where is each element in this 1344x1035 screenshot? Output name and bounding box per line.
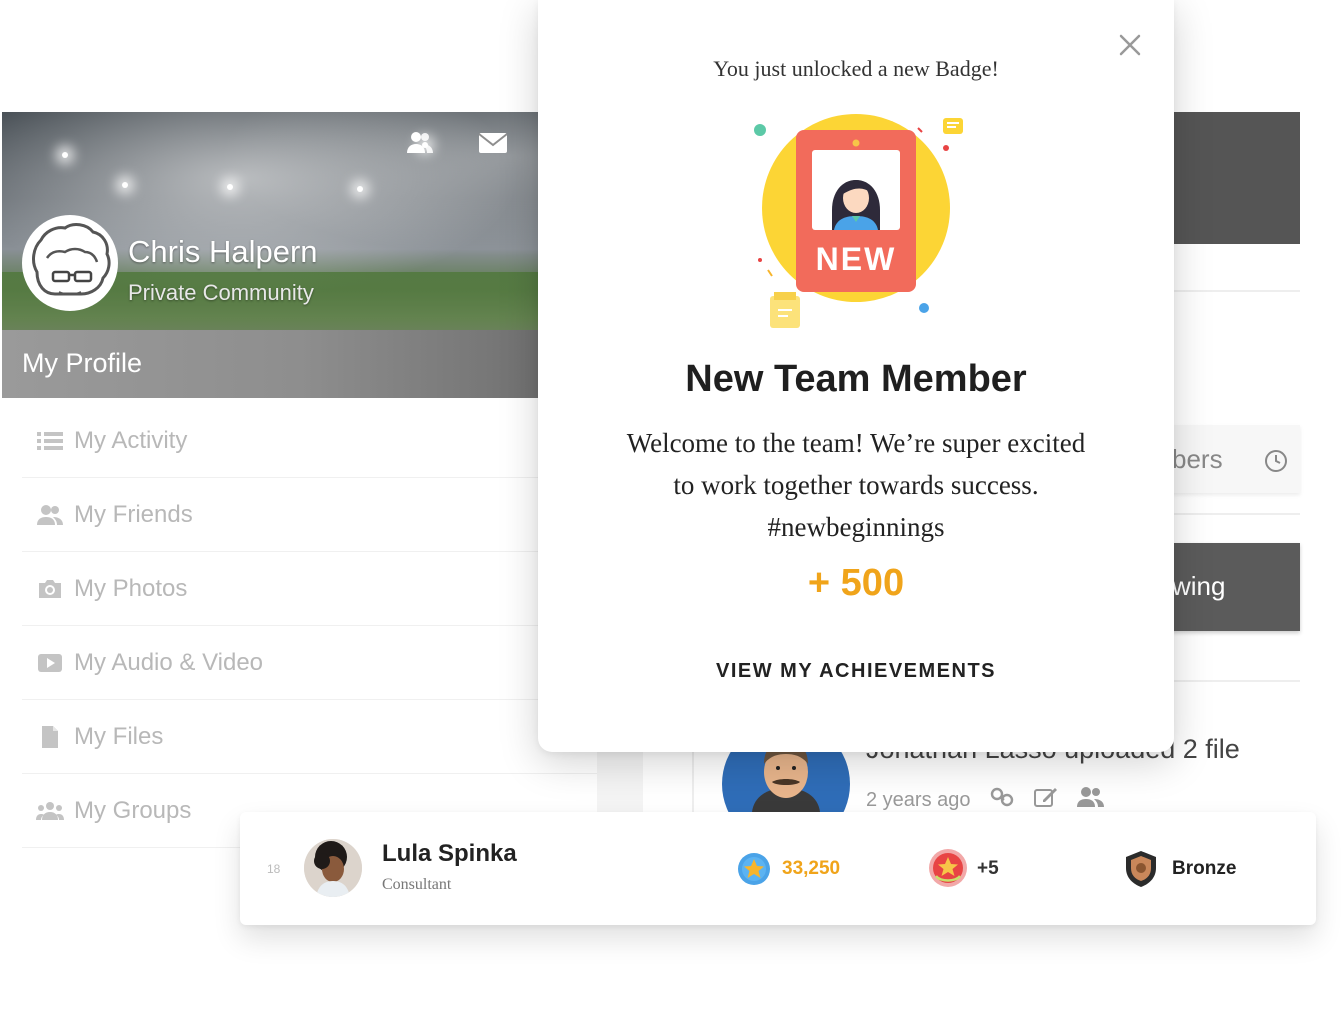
- profile-name[interactable]: Chris Halpern: [128, 234, 318, 270]
- profile-menu: My Activity My Friends My Photos My Audi…: [22, 404, 597, 848]
- menu-item-photos[interactable]: My Photos: [22, 552, 597, 626]
- friends-icon: [36, 503, 64, 527]
- video-icon: [36, 651, 64, 675]
- leaderboard-row[interactable]: 18 Lula Spinka Consultant 33,250 +5 Bron…: [240, 812, 1316, 925]
- activity-meta: 2 years ago: [866, 786, 1105, 814]
- link-icon[interactable]: [989, 786, 1015, 814]
- member-name[interactable]: Lula Spinka: [382, 840, 517, 868]
- groups-icon: [36, 799, 64, 823]
- stadium-light: [357, 186, 363, 192]
- section-title: My Profile: [22, 348, 143, 378]
- rank-label: Bronze: [1172, 858, 1237, 879]
- menu-item-label: My Friends: [74, 500, 193, 528]
- tab-members[interactable]: bers: [1160, 425, 1300, 493]
- avatar[interactable]: [304, 839, 362, 897]
- mail-icon[interactable]: [478, 130, 508, 156]
- shield-icon: [1124, 850, 1158, 888]
- stadium-light: [62, 152, 68, 158]
- profile-cover: Chris Halpern Private Community My Profi…: [2, 112, 597, 398]
- menu-item-label: My Files: [74, 722, 164, 750]
- profile-panel: Chris Halpern Private Community My Profi…: [2, 112, 597, 867]
- points-earned: + 500: [807, 562, 905, 604]
- following-button[interactable]: wing: [1160, 543, 1300, 631]
- clock-icon: [1264, 449, 1288, 478]
- divider: [1160, 290, 1300, 292]
- badge-title: New Team Member: [685, 358, 1027, 400]
- list-icon: [36, 429, 64, 453]
- friends-icon[interactable]: [1076, 786, 1105, 814]
- edit-icon[interactable]: [1033, 786, 1059, 814]
- menu-item-label: My Groups: [74, 796, 192, 824]
- badge-description: Welcome to the team! We’re super excited…: [626, 428, 1086, 542]
- menu-item-label: My Audio & Video: [74, 648, 264, 676]
- divider: [1160, 513, 1300, 515]
- activity-time: 2 years ago: [866, 788, 971, 811]
- community-label: Private Community: [128, 280, 314, 305]
- star-coin-icon: [737, 852, 771, 886]
- badge-unlocked-modal: You just unlocked a new Badge! NEW New T…: [538, 0, 1174, 752]
- menu-item-label: My Activity: [74, 426, 188, 454]
- menu-item-audio-video[interactable]: My Audio & Video: [22, 626, 597, 700]
- stadium-light: [122, 182, 128, 188]
- stadium-light: [227, 184, 233, 190]
- menu-item-files[interactable]: My Files: [22, 700, 597, 774]
- divider: [1160, 680, 1300, 682]
- member-role: Consultant: [382, 876, 452, 893]
- modal-intro: You just unlocked a new Badge!: [713, 56, 999, 81]
- tab-members-label: bers: [1172, 444, 1223, 474]
- new-badge-illustration: NEW: [748, 110, 968, 335]
- avatar[interactable]: [22, 215, 118, 311]
- menu-item-activity[interactable]: My Activity: [22, 404, 597, 478]
- awards-count: +5: [977, 858, 999, 879]
- points-value: 33,250: [782, 858, 841, 879]
- rank-number: 18: [267, 862, 281, 876]
- menu-item-label: My Photos: [74, 574, 188, 602]
- following-button-label: wing: [1172, 571, 1226, 601]
- friends-icon[interactable]: [405, 130, 435, 156]
- badge-text: NEW: [816, 241, 897, 277]
- view-achievements-link[interactable]: VIEW MY ACHIEVEMENTS: [538, 660, 1174, 683]
- menu-item-friends[interactable]: My Friends: [22, 478, 597, 552]
- feed-header-block: [1160, 112, 1300, 244]
- camera-icon: [36, 577, 64, 601]
- award-icon: [928, 848, 968, 888]
- file-icon: [36, 725, 64, 749]
- close-icon[interactable]: [1116, 31, 1144, 59]
